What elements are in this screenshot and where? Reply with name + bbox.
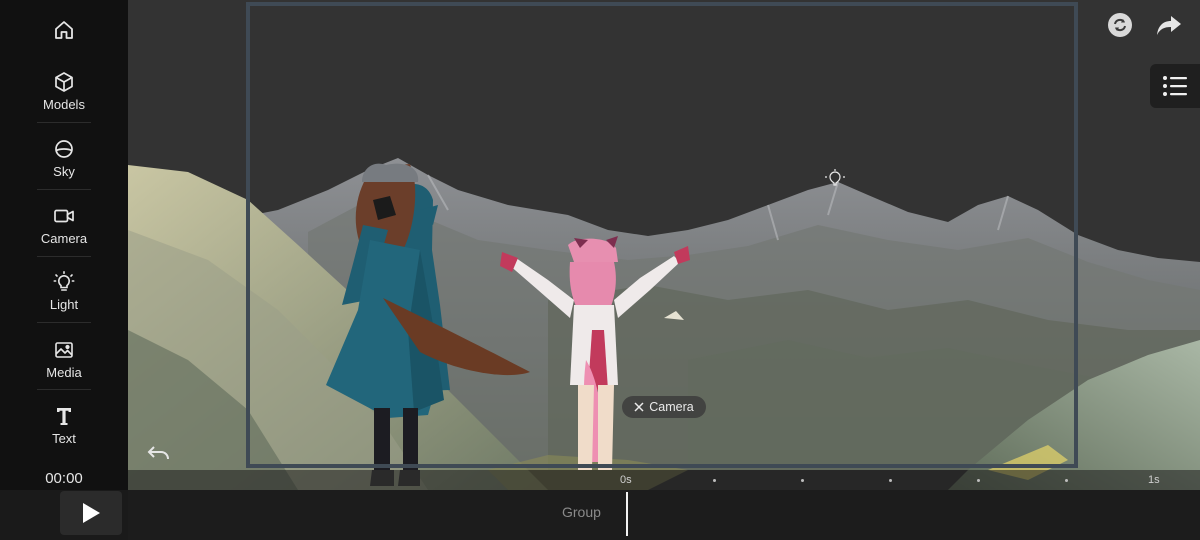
camera-chip-label: Camera <box>649 400 694 414</box>
sidebar-item-label: Sky <box>53 164 75 179</box>
refresh-icon <box>1108 13 1132 37</box>
sidebar-item-label: Text <box>52 431 76 446</box>
ruler-end-label: 1s <box>1148 474 1160 486</box>
list-icon <box>1163 76 1187 96</box>
play-icon <box>83 503 100 523</box>
timeline-ruler[interactable]: 0s 1s <box>128 470 1200 490</box>
share-button[interactable] <box>1154 10 1184 40</box>
play-button[interactable] <box>60 491 122 535</box>
sidebar-item-home[interactable] <box>36 18 92 42</box>
ruler-tick <box>713 479 716 482</box>
camera-chip[interactable]: Camera <box>622 396 706 418</box>
sidebar-item-models[interactable]: Models <box>36 70 92 112</box>
playhead[interactable] <box>626 492 628 536</box>
close-icon[interactable] <box>634 402 644 412</box>
timecode: 00:00 <box>45 470 83 487</box>
sidebar-item-label: Camera <box>40 231 88 246</box>
home-icon <box>55 21 73 39</box>
sidebar-divider <box>37 122 91 123</box>
sidebar-item-light[interactable]: Light <box>36 270 92 312</box>
video-camera-icon <box>54 209 74 223</box>
undo-icon <box>147 446 169 460</box>
light-bulb-icon <box>53 271 75 291</box>
sidebar-divider <box>37 256 91 257</box>
scene-viewport[interactable]: Camera 0s 1s <box>128 0 1200 490</box>
ruler-tick <box>1065 479 1068 482</box>
sidebar-item-text[interactable]: Text <box>36 404 92 446</box>
sky-sphere-icon <box>55 140 73 158</box>
ruler-tick <box>977 479 980 482</box>
cube-icon <box>55 72 73 92</box>
ruler-tick <box>801 479 804 482</box>
undo-button[interactable] <box>146 442 172 464</box>
image-icon <box>55 342 73 358</box>
sidebar-divider <box>37 389 91 390</box>
sidebar-item-label: Models <box>43 97 85 112</box>
sidebar: Models Sky Camera Light Media Text 00:00 <box>0 0 128 490</box>
text-t-icon <box>57 408 71 425</box>
timeline-track[interactable]: Group <box>128 490 1200 540</box>
sidebar-divider <box>37 189 91 190</box>
sidebar-item-media[interactable]: Media <box>36 338 92 380</box>
scene-list-button[interactable] <box>1150 64 1200 108</box>
sidebar-divider <box>37 322 91 323</box>
sidebar-item-label: Media <box>46 365 82 380</box>
sidebar-item-sky[interactable]: Sky <box>36 137 92 179</box>
track-group-label: Group <box>562 504 601 520</box>
share-icon <box>1157 16 1181 35</box>
sidebar-item-label: Light <box>49 297 79 312</box>
refresh-button[interactable] <box>1105 10 1135 40</box>
ruler-start-label: 0s <box>620 474 632 486</box>
ruler-tick <box>889 479 892 482</box>
sidebar-item-camera[interactable]: Camera <box>36 204 92 246</box>
